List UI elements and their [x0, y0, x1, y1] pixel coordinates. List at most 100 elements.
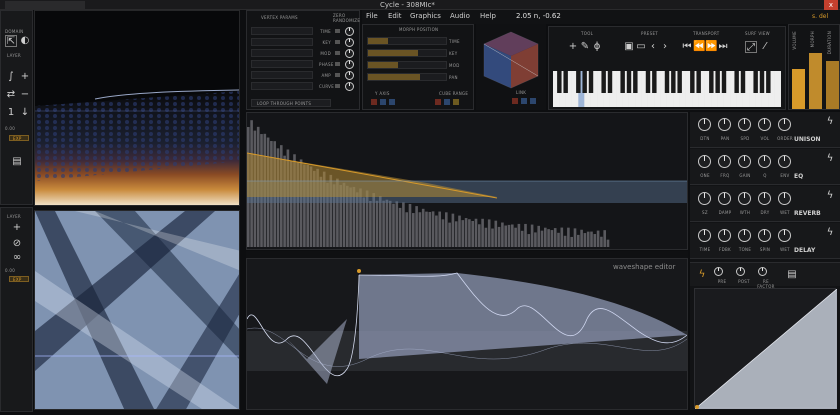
- menu-item-audio[interactable]: Audio: [450, 12, 470, 20]
- bottom-knob-pre[interactable]: [714, 267, 723, 276]
- reverb-knob-damp[interactable]: [718, 192, 731, 205]
- param-zero-amp[interactable]: [335, 73, 340, 77]
- black-key[interactable]: [563, 71, 568, 93]
- black-key[interactable]: [671, 71, 676, 93]
- skip-forward-icon[interactable]: ⏭: [717, 41, 729, 53]
- surf-view-icon[interactable]: ⤢: [745, 41, 757, 53]
- black-key[interactable]: [626, 71, 632, 93]
- unison-knob-dtn[interactable]: [698, 118, 711, 131]
- spectrum-graph[interactable]: [246, 112, 688, 250]
- delay-knob-fdbk[interactable]: [718, 229, 731, 242]
- bottom-knob-post[interactable]: [736, 267, 745, 276]
- black-key[interactable]: [588, 71, 594, 93]
- y-axis-swatches[interactable]: [371, 99, 401, 107]
- unison-knob-spd[interactable]: [738, 118, 751, 131]
- black-key[interactable]: [576, 71, 581, 93]
- unison-knob-vol[interactable]: [758, 118, 771, 131]
- reverb-knob-wth[interactable]: [738, 192, 751, 205]
- piano-keyboard[interactable]: [553, 71, 781, 107]
- black-key[interactable]: [582, 71, 587, 93]
- volume-meter[interactable]: [792, 69, 805, 109]
- lower-exp-badge[interactable]: EXP: [9, 276, 29, 282]
- black-key[interactable]: [633, 71, 638, 93]
- duration-meter[interactable]: [826, 61, 839, 109]
- pencil-icon[interactable]: ✎: [579, 41, 591, 53]
- param-zero-time[interactable]: [335, 29, 340, 33]
- delay-knob-time[interactable]: [698, 229, 711, 242]
- morph-cube[interactable]: LINK: [476, 24, 546, 110]
- morph-meter[interactable]: [809, 53, 822, 109]
- link-icon[interactable]: ∞: [11, 252, 23, 264]
- rewind-icon[interactable]: ⏪: [693, 41, 705, 53]
- folder-icon[interactable]: ▭: [635, 41, 647, 53]
- bottom-knob-re-factor[interactable]: [758, 267, 767, 276]
- unison-knob-pan[interactable]: [718, 118, 731, 131]
- black-key[interactable]: [721, 71, 727, 93]
- param-slider-time[interactable]: [251, 27, 313, 35]
- eq-knob-one[interactable]: [698, 155, 711, 168]
- param-slider-amp[interactable]: [251, 71, 313, 79]
- loop-points-button[interactable]: LOOP THROUGH POINTS: [251, 99, 331, 107]
- delay-power-icon[interactable]: ϟ: [824, 227, 836, 239]
- black-key[interactable]: [715, 71, 720, 93]
- param-zero-curve[interactable]: [335, 84, 340, 88]
- skip-back-icon[interactable]: ⏮: [681, 41, 693, 53]
- down-arrow-icon[interactable]: ↓: [19, 107, 31, 119]
- menu-item-help[interactable]: Help: [480, 12, 496, 20]
- plus-icon[interactable]: +: [567, 41, 579, 53]
- paint-icon[interactable]: ⁄: [759, 41, 771, 53]
- param-knob-phase[interactable]: [345, 60, 354, 69]
- black-key[interactable]: [709, 71, 714, 93]
- swap-icon[interactable]: ⇄: [5, 89, 17, 101]
- delay-knob-wet[interactable]: [778, 229, 791, 242]
- eq-power-icon[interactable]: ϟ: [824, 153, 836, 165]
- reverb-knob-sz[interactable]: [698, 192, 711, 205]
- black-key[interactable]: [652, 71, 657, 93]
- number-one-icon[interactable]: 1: [5, 107, 17, 119]
- param-knob-amp[interactable]: [345, 71, 354, 80]
- param-slider-curve[interactable]: [251, 82, 313, 90]
- param-slider-mod[interactable]: [251, 49, 313, 57]
- link-swatches[interactable]: [512, 98, 542, 106]
- black-key[interactable]: [766, 71, 771, 93]
- save-icon[interactable]: ▣: [623, 41, 635, 53]
- close-button[interactable]: x: [824, 0, 838, 10]
- eq-knob-env[interactable]: [778, 155, 791, 168]
- spectrum-surface-view[interactable]: [34, 10, 240, 206]
- tab-strip[interactable]: [5, 1, 85, 9]
- eq-knob-frq[interactable]: [718, 155, 731, 168]
- param-slider-phase[interactable]: [251, 60, 313, 68]
- menu-item-graphics[interactable]: Graphics: [410, 12, 441, 20]
- black-key[interactable]: [759, 71, 765, 93]
- black-key[interactable]: [690, 71, 695, 93]
- exp-badge[interactable]: EXP: [9, 135, 29, 141]
- unison-power-icon[interactable]: ϟ: [824, 116, 836, 128]
- domain-toggle-icon[interactable]: ⇱: [5, 35, 17, 47]
- black-key[interactable]: [557, 71, 562, 93]
- param-knob-mod[interactable]: [345, 49, 354, 58]
- eq-knob-gain[interactable]: [738, 155, 751, 168]
- document-icon[interactable]: ▤: [11, 156, 23, 168]
- chevron-left-icon[interactable]: ‹: [647, 41, 659, 53]
- eq-knob-q[interactable]: [758, 155, 771, 168]
- chevron-right-icon[interactable]: ›: [659, 41, 671, 53]
- delay-knob-tone[interactable]: [738, 229, 751, 242]
- black-key[interactable]: [677, 71, 682, 93]
- black-key[interactable]: [696, 71, 701, 93]
- black-key[interactable]: [740, 71, 746, 93]
- plus-icon[interactable]: +: [19, 71, 31, 83]
- mute-icon[interactable]: ⊘: [11, 238, 23, 250]
- black-key[interactable]: [734, 71, 739, 93]
- white-key[interactable]: [774, 71, 781, 107]
- lightning-icon[interactable]: ϟ: [696, 269, 708, 281]
- fast-forward-icon[interactable]: ⏩: [705, 41, 717, 53]
- minus-icon[interactable]: −: [19, 89, 31, 101]
- black-key[interactable]: [601, 71, 606, 93]
- delay-knob-spin[interactable]: [758, 229, 771, 242]
- black-key[interactable]: [753, 71, 758, 93]
- document-icon[interactable]: ▤: [786, 269, 798, 281]
- envelope-ramp-view[interactable]: [694, 288, 838, 410]
- menu-item-file[interactable]: File: [366, 12, 378, 20]
- waveshape-editor[interactable]: waveshape editor: [246, 258, 688, 410]
- brush-icon[interactable]: ɸ: [591, 41, 603, 53]
